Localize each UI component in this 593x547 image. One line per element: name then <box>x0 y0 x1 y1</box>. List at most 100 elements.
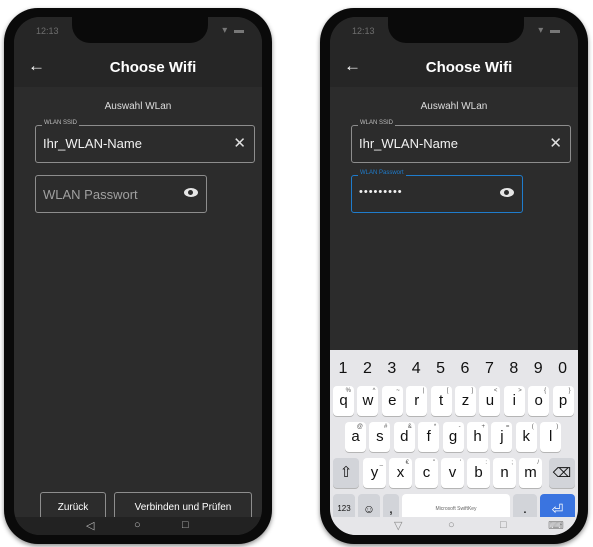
letter-key[interactable]: g- <box>442 422 464 452</box>
nav-home-icon[interactable]: ○ <box>448 519 455 531</box>
ssid-value: Ihr_WLAN-Name <box>43 136 142 151</box>
key-letter: s <box>376 428 384 445</box>
password-placeholder: WLAN Passwort <box>43 187 138 202</box>
letter-key[interactable]: o{ <box>528 386 550 416</box>
letter-key[interactable]: i > <box>503 386 525 416</box>
app-bar: ← Choose Wifi <box>330 47 578 87</box>
key-letter: b <box>474 464 483 481</box>
key-symbol-hint: ^ <box>372 388 376 394</box>
key-symbol-hint: ) <box>556 424 559 430</box>
section-title: Auswahl WLan <box>104 101 172 112</box>
letter-key[interactable]: r | <box>406 386 428 416</box>
key-letter: y <box>370 464 379 481</box>
nav-back-icon[interactable]: ▽ <box>394 519 402 532</box>
ssid-label: WLAN SSID <box>42 120 80 126</box>
password-value: ••••••••• <box>359 186 403 198</box>
letter-key[interactable]: j = <box>491 422 513 452</box>
key-letter: p <box>558 392 568 409</box>
status-time: 12:13 <box>352 26 375 36</box>
key-symbol-hint: ( <box>531 424 534 430</box>
number-key[interactable]: 0 <box>552 360 574 378</box>
letter-key[interactable]: k( <box>515 422 537 452</box>
letter-key[interactable]: w ^ <box>357 386 379 416</box>
page-title: Choose Wifi <box>425 59 513 76</box>
number-key[interactable]: 1 <box>332 360 354 378</box>
letter-key[interactable]: m / <box>519 458 542 488</box>
status-time: 12:13 <box>36 26 59 36</box>
nav-recents-icon[interactable]: □ <box>500 519 507 531</box>
letter-key[interactable]: b: <box>467 458 490 488</box>
key-symbol-hint: / <box>537 460 539 466</box>
key-symbol-hint: ' <box>459 460 461 466</box>
nav-recents-icon[interactable]: □ <box>182 519 189 531</box>
letter-key[interactable]: d & <box>393 422 415 452</box>
password-field[interactable]: WLAN Passwort ••••••••• <box>351 170 523 213</box>
letter-key[interactable]: x € <box>389 458 412 488</box>
letter-key[interactable]: s # <box>369 422 391 452</box>
letter-key[interactable]: t[ <box>430 386 452 416</box>
nav-back-icon[interactable]: ◁ <box>86 519 94 532</box>
camera-notch <box>388 17 524 43</box>
letter-key[interactable]: p} <box>552 386 574 416</box>
key-letter: x <box>396 464 405 481</box>
backspace-key[interactable]: ⌫ <box>549 458 575 488</box>
eye-icon[interactable] <box>184 188 198 197</box>
key-symbol-hint: : <box>485 460 487 466</box>
key-symbol-hint: ~ <box>396 388 400 394</box>
number-key[interactable]: 8 <box>503 360 525 378</box>
clear-icon[interactable]: ✕ <box>549 134 562 152</box>
screen-right: 12:13 ▾ ▬ ← Choose Wifi Auswahl WLan WLA… <box>330 17 578 535</box>
number-key[interactable]: 9 <box>527 360 549 378</box>
letter-key[interactable]: u < <box>479 386 501 416</box>
letter-key[interactable]: y _ <box>363 458 386 488</box>
letter-key[interactable]: n; <box>493 458 516 488</box>
password-field[interactable]: WLAN Passwort <box>35 175 207 213</box>
number-key[interactable]: 4 <box>405 360 427 378</box>
keyboard-switch-icon[interactable]: ⌨ <box>548 519 564 532</box>
key-symbol-hint: - <box>458 424 461 430</box>
key-symbol-hint: + <box>481 424 485 430</box>
eye-icon[interactable] <box>500 188 514 197</box>
letter-key[interactable]: a @ <box>345 422 366 452</box>
letter-key[interactable]: f * <box>418 422 440 452</box>
key-letter: n <box>500 464 509 481</box>
number-key[interactable]: 5 <box>430 360 452 378</box>
key-letter: c <box>422 464 431 481</box>
key-symbol-hint: # <box>384 424 388 430</box>
key-symbol-hint: } <box>568 388 571 394</box>
letter-key[interactable]: h + <box>467 422 488 452</box>
key-letter: l <box>549 428 553 445</box>
number-key[interactable]: 7 <box>478 360 500 378</box>
app-bar: ← Choose Wifi <box>14 47 262 87</box>
letter-key[interactable]: z] <box>455 386 476 416</box>
number-key[interactable]: 3 <box>381 360 403 378</box>
key-letter: i <box>512 392 516 409</box>
key-symbol-hint: € <box>405 460 409 466</box>
letter-key[interactable]: c " <box>415 458 438 488</box>
key-letter: h <box>473 428 482 445</box>
key-symbol-hint: ] <box>471 388 473 394</box>
key-symbol-hint: _ <box>379 460 383 466</box>
key-letter: t <box>439 392 444 409</box>
letter-key[interactable]: q% <box>333 386 354 416</box>
shift-key[interactable]: ⇧ <box>333 458 359 488</box>
ssid-field[interactable]: WLAN SSID Ihr_WLAN-Name ✕ <box>35 120 255 163</box>
letter-key[interactable]: l) <box>540 422 562 452</box>
nav-home-icon[interactable]: ○ <box>134 519 141 531</box>
letter-key[interactable]: v ' <box>441 458 464 488</box>
system-nav-bar: ◁ ○ □ <box>14 517 262 535</box>
key-symbol-hint: < <box>493 388 498 394</box>
letter-key[interactable]: e ~ <box>381 386 403 416</box>
battery-icon: ▾ ▬ <box>222 25 246 36</box>
status-bar: 12:13 ▾ ▬ <box>330 17 578 47</box>
password-label: WLAN Passwort <box>358 170 406 176</box>
section-title: Auswahl WLan <box>420 101 488 112</box>
key-letter: r <box>414 392 420 409</box>
number-key[interactable]: 6 <box>454 360 476 378</box>
system-nav-bar: ▽ ○ □ ⌨ <box>330 517 578 535</box>
phone-right: 12:13 ▾ ▬ ← Choose Wifi Auswahl WLan WLA… <box>320 8 588 544</box>
ssid-field[interactable]: WLAN SSID Ihr_WLAN-Name ✕ <box>351 120 571 163</box>
clear-icon[interactable]: ✕ <box>233 134 246 152</box>
phone-left: 12:13 ▾ ▬ ← Choose Wifi Auswahl WLan WLA… <box>4 8 272 544</box>
number-key[interactable]: 2 <box>356 360 378 378</box>
